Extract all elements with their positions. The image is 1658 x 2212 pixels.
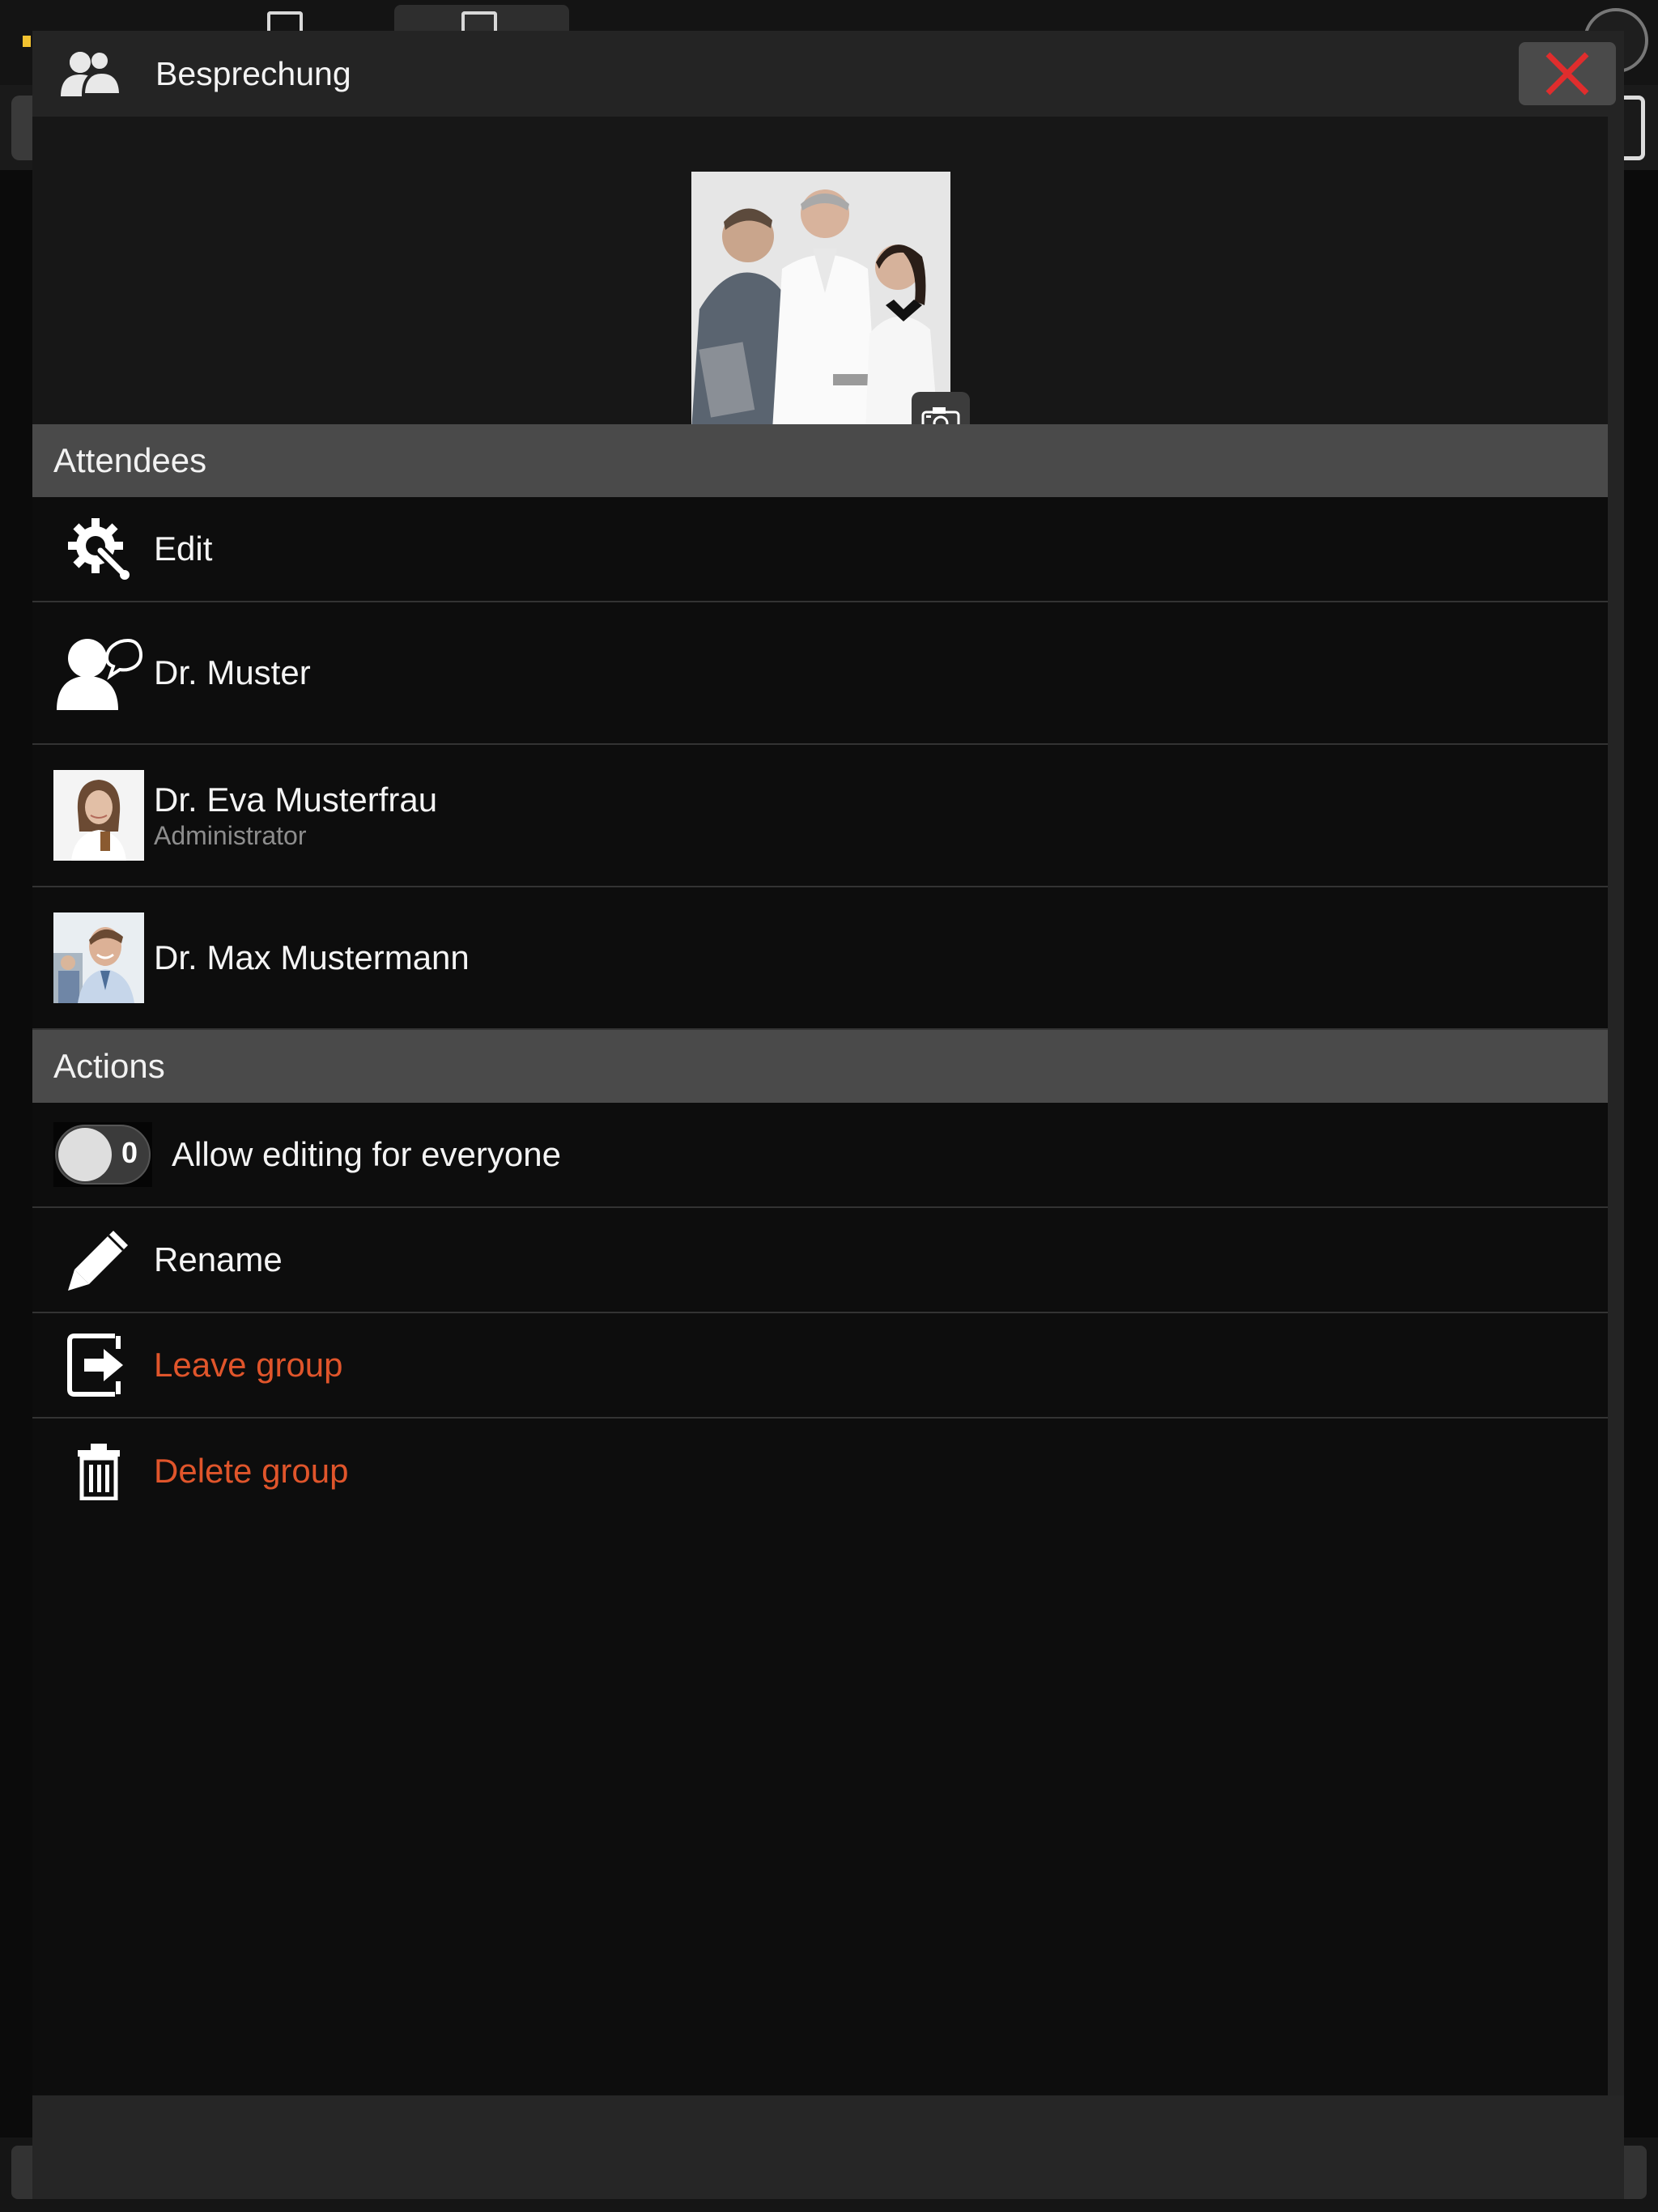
allow-editing-toggle[interactable]: 0 (53, 1122, 152, 1187)
attendee-role: Administrator (154, 820, 307, 850)
rename-label: Rename (154, 1240, 283, 1278)
allow-editing-label: Allow editing for everyone (172, 1135, 561, 1173)
attendee-name: Dr. Muster (154, 653, 311, 691)
attendee-name: Dr. Max Mustermann (154, 938, 470, 976)
delete-group-row[interactable]: Delete group (32, 1419, 1608, 1524)
actions-section-header: Actions (32, 1030, 1608, 1103)
leave-group-row[interactable]: Leave group (32, 1313, 1608, 1419)
avatar (53, 770, 144, 861)
gear-wrench-icon (53, 504, 144, 594)
rename-row[interactable]: Rename (32, 1208, 1608, 1313)
attendee-name: Dr. Eva Musterfrau (154, 780, 438, 819)
attendee-row[interactable]: Dr. Eva Musterfrau Administrator (32, 745, 1608, 887)
contact-placeholder-icon (53, 627, 144, 718)
toggle-knob (58, 1128, 112, 1181)
edit-attendees-row[interactable]: Edit (32, 497, 1608, 602)
menu-button[interactable] (1621, 96, 1645, 160)
close-button[interactable] (1519, 42, 1616, 105)
allow-editing-row[interactable]: 0 Allow editing for everyone (32, 1103, 1608, 1208)
exit-icon (53, 1320, 144, 1410)
avatar (53, 912, 144, 1003)
dialog-header: Besprechung (32, 31, 1624, 117)
trash-icon (53, 1426, 144, 1516)
leave-group-label: Leave group (154, 1346, 343, 1384)
stack-icon[interactable] (267, 11, 303, 32)
attendees-section-header: Attendees (32, 424, 1608, 497)
folder-accent (23, 36, 31, 47)
close-x-icon (1545, 52, 1589, 96)
delete-group-label: Delete group (154, 1452, 349, 1490)
toggle-track: 0 (55, 1125, 151, 1185)
group-info-dialog: Besprechung Attendees Edit Dr. Muster Dr… (32, 31, 1624, 2199)
group-photo-area (32, 117, 1608, 455)
group-users-icon (53, 45, 126, 102)
attendee-row[interactable]: Dr. Max Mustermann (32, 887, 1608, 1030)
pencil-icon (53, 1214, 144, 1305)
group-photo[interactable] (691, 172, 950, 431)
dialog-right-edge (1608, 117, 1624, 2095)
notes-icon[interactable] (461, 11, 497, 32)
edit-label: Edit (154, 530, 213, 568)
dialog-footer (32, 2095, 1624, 2199)
toggle-state-text: 0 (121, 1136, 138, 1169)
dialog-title: Besprechung (155, 54, 351, 92)
attendee-row[interactable]: Dr. Muster (32, 602, 1608, 745)
